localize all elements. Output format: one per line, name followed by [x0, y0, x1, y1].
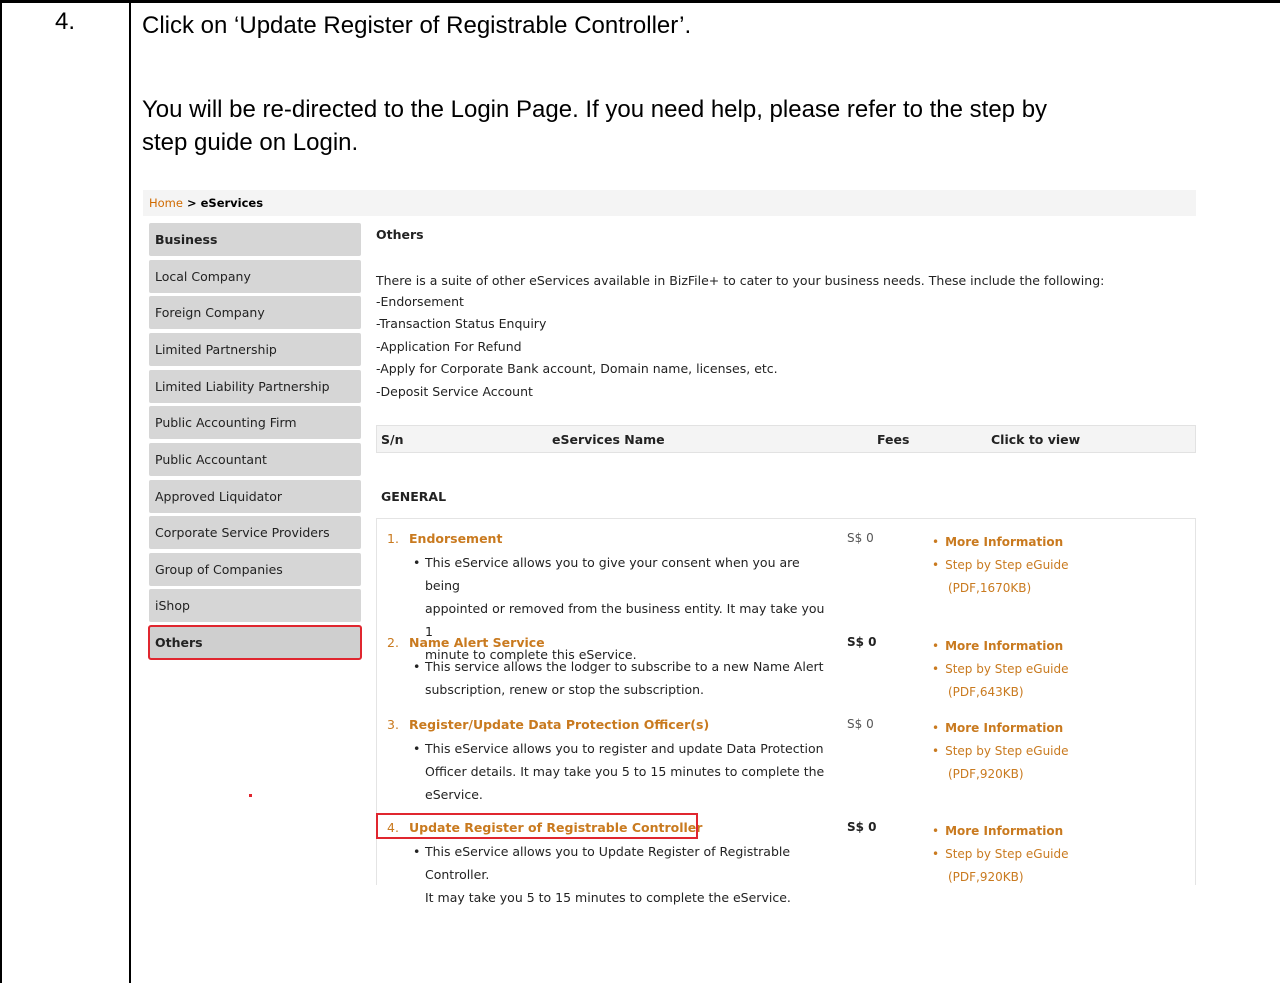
- service-number: 1.: [387, 531, 399, 546]
- group-label: GENERAL: [381, 489, 447, 504]
- sidebar-item-llp[interactable]: Limited Liability Partnership: [149, 370, 361, 403]
- sidebar-item-foreign-company[interactable]: Foreign Company: [149, 296, 361, 329]
- breadcrumb-separator: >: [182, 196, 201, 210]
- breadcrumb-current: eServices: [200, 196, 264, 210]
- sidebar-item-approved-liquidator[interactable]: Approved Liquidator: [149, 480, 361, 513]
- bullet-item: -Deposit Service Account: [376, 384, 533, 399]
- frame-left-border: [0, 0, 2, 983]
- step-note-line1: You will be re-directed to the Login Pag…: [142, 96, 1048, 123]
- sidebar-item-local-company[interactable]: Local Company: [149, 260, 361, 293]
- service-description: • This eService allows you to register a…: [413, 741, 825, 802]
- service-links: • More Information • Step by Step eGuide (…: [932, 635, 1152, 704]
- step-guide-link[interactable]: Step by Step eGuide: [945, 847, 1068, 861]
- frame-top-border: [0, 0, 1280, 3]
- more-information-link[interactable]: More Information: [945, 824, 1063, 838]
- service-links: • More Information • Step by Step eGuide (…: [932, 820, 1152, 889]
- header-fees: Fees: [877, 432, 910, 447]
- breadcrumb-home-link[interactable]: Home: [149, 196, 183, 210]
- more-information-link[interactable]: More Information: [945, 639, 1063, 653]
- more-information-link[interactable]: More Information: [945, 721, 1063, 735]
- bullet-item: -Endorsement: [376, 294, 464, 309]
- step-guide-link[interactable]: Step by Step eGuide: [945, 662, 1068, 676]
- sidebar-item-ishop[interactable]: iShop: [149, 589, 361, 622]
- sidebar-item-others[interactable]: Others: [148, 625, 362, 660]
- service-fee: S$ 0: [847, 635, 877, 649]
- sidebar-item-corporate-service-providers[interactable]: Corporate Service Providers: [149, 516, 361, 549]
- bullet-item: -Transaction Status Enquiry: [376, 316, 547, 331]
- red-marker: [249, 794, 252, 797]
- table-header: S/n eServices Name Fees Click to view: [376, 425, 1196, 453]
- bullet-item: -Apply for Corporate Bank account, Domai…: [376, 361, 778, 376]
- service-fee: S$ 0: [847, 717, 874, 731]
- step-note-line2: step guide on Login.: [142, 129, 359, 156]
- service-number: 2.: [387, 635, 399, 650]
- service-links: • More Information • Step by Step eGuide (…: [932, 717, 1152, 786]
- more-information-link[interactable]: More Information: [945, 535, 1063, 549]
- eservices-screenshot: Home > eServices Business Local Company …: [143, 190, 1198, 905]
- header-name: eServices Name: [552, 432, 665, 447]
- step-instruction: Click on ‘Update Register of Registrable…: [142, 12, 692, 39]
- sidebar-item-group-of-companies[interactable]: Group of Companies: [149, 553, 361, 586]
- service-name-link[interactable]: Register/Update Data Protection Officer(…: [409, 717, 709, 732]
- file-info: (PDF,920KB): [948, 870, 1024, 884]
- intro-text: There is a suite of other eServices avai…: [376, 273, 1105, 288]
- step-guide-link[interactable]: Step by Step eGuide: [945, 744, 1068, 758]
- breadcrumb: Home > eServices: [143, 190, 1196, 216]
- service-description: • This eService allows you to Update Reg…: [413, 844, 791, 905]
- service-name-link[interactable]: Endorsement: [409, 531, 502, 546]
- file-info: (PDF,643KB): [948, 685, 1024, 699]
- sidebar-item-limited-partnership[interactable]: Limited Partnership: [149, 333, 361, 366]
- highlight-box: [376, 813, 698, 839]
- page-title: Others: [376, 227, 424, 242]
- sidebar-item-public-accounting-firm[interactable]: Public Accounting Firm: [149, 406, 361, 439]
- sidebar-item-public-accountant[interactable]: Public Accountant: [149, 443, 361, 476]
- bullet-item: -Application For Refund: [376, 339, 522, 354]
- header-sn: S/n: [381, 432, 404, 447]
- header-view: Click to view: [991, 432, 1081, 447]
- file-info: (PDF,920KB): [948, 767, 1024, 781]
- frame-column-divider: [129, 0, 131, 983]
- service-links: • More Information • Step by Step eGuide (…: [932, 531, 1152, 600]
- service-description: • This service allows the lodger to subs…: [413, 659, 824, 697]
- service-name-link[interactable]: Name Alert Service: [409, 635, 545, 650]
- sidebar-item-business[interactable]: Business: [149, 223, 361, 256]
- step-number: 4.: [54, 8, 75, 35]
- service-number: 3.: [387, 717, 399, 732]
- file-info: (PDF,1670KB): [948, 581, 1032, 595]
- service-fee: S$ 0: [847, 531, 874, 545]
- service-fee: S$ 0: [847, 820, 877, 834]
- step-guide-link[interactable]: Step by Step eGuide: [945, 558, 1068, 572]
